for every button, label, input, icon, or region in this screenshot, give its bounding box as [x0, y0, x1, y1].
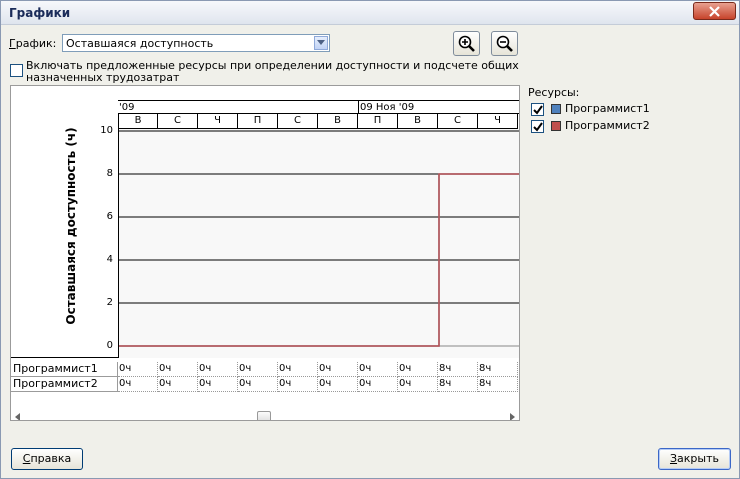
table-cell: 0ч [398, 362, 438, 377]
chart-panel: '09 09 Ноя '09 ВСЧПСВПВСЧ Оставшаяся дос… [10, 85, 520, 421]
timescale-day: С [438, 114, 478, 129]
timescale-day: С [158, 114, 198, 129]
table-cell: 8ч [478, 377, 518, 392]
table-cell: 8ч [478, 362, 518, 377]
legend-checkbox[interactable] [531, 120, 544, 133]
row-resource-name: Программист1 [11, 362, 118, 377]
y-tick-label: 2 [106, 297, 113, 308]
y-tick-label: 6 [106, 211, 113, 222]
timescale-day: В [318, 114, 358, 129]
scroll-right-icon[interactable] [509, 413, 515, 421]
timescale-top-label-1: '09 [119, 102, 135, 113]
y-tick-label: 10 [100, 125, 113, 136]
y-axis-label: Оставшаяся доступность (ч) [64, 127, 78, 325]
resources-title: Ресурсы: [528, 86, 580, 99]
table-cell: 0ч [278, 362, 318, 377]
chart-area: '09 09 Ноя '09 ВСЧПСВПВСЧ Оставшаяся дос… [11, 86, 519, 358]
zoom-out-button[interactable] [491, 31, 518, 56]
table-cell: 0ч [118, 377, 158, 392]
graph-type-value: Оставшаяся доступность [66, 37, 214, 50]
legend-swatch [551, 121, 561, 131]
timescale-top-label-2: 09 Ноя '09 [358, 101, 415, 114]
zoom-in-icon [458, 35, 475, 52]
table-cell: 0ч [158, 377, 198, 392]
scroll-left-icon[interactable] [15, 413, 21, 421]
help-label: правка [30, 452, 72, 465]
table-cell: 0ч [158, 362, 198, 377]
legend-checkbox[interactable] [531, 103, 544, 116]
timescale-day: В [398, 114, 438, 129]
timescale-day: П [238, 114, 278, 129]
table-row: Программист1 0ч 0ч 0ч 0ч 0ч 0ч 0ч 0ч 8ч 8ч [11, 362, 519, 377]
legend-label: Программист1 [565, 102, 650, 115]
graphs-dialog: Графики График: Оставшаяся доступность В… [0, 0, 740, 479]
table-cell: 0ч [198, 377, 238, 392]
table-cell: 0ч [318, 377, 358, 392]
timescale-top: '09 09 Ноя '09 [118, 100, 519, 114]
timescale-day: Ч [198, 114, 238, 129]
legend-swatch [551, 104, 561, 114]
scroll-thumb[interactable] [257, 411, 271, 420]
zoom-in-button[interactable] [453, 31, 480, 56]
y-tick-label: 8 [106, 168, 113, 179]
table-cell: 8ч [438, 362, 478, 377]
table-row: Программист2 0ч 0ч 0ч 0ч 0ч 0ч 0ч 0ч 8ч 8ч [11, 377, 519, 392]
legend-label: Программист2 [565, 119, 650, 132]
table-cell: 0ч [398, 377, 438, 392]
zoom-out-icon [496, 35, 513, 52]
close-window-button[interactable] [693, 2, 736, 20]
plot-area [118, 129, 519, 358]
checkmark-icon [533, 105, 543, 115]
table-cell: 0ч [358, 377, 398, 392]
help-button[interactable]: Справка [11, 448, 83, 470]
close-hotkey: З [669, 452, 678, 465]
timescale-day: В [118, 114, 158, 129]
timescale-day: П [358, 114, 398, 129]
table-cell: 0ч [278, 377, 318, 392]
table-cell: 0ч [118, 362, 158, 377]
window-title: Графики [9, 6, 71, 20]
title-bar: Графики [1, 1, 739, 25]
table-cell: 0ч [358, 362, 398, 377]
close-icon [709, 6, 720, 17]
y-tick-label: 4 [106, 254, 113, 265]
table-cell: 8ч [438, 377, 478, 392]
table-cell: 0ч [238, 362, 278, 377]
horizontal-scrollbar[interactable] [11, 411, 519, 421]
dropdown-arrow-icon[interactable] [314, 36, 328, 50]
row-resource-name: Программист2 [11, 377, 118, 392]
graph-type-select[interactable]: Оставшаяся доступность [62, 34, 330, 52]
timescale-day: С [278, 114, 318, 129]
y-tick-label: 0 [106, 340, 113, 351]
timescale-day: Ч [478, 114, 518, 129]
include-proposed-checkbox[interactable] [10, 64, 23, 77]
graph-label-text: рафик: [15, 37, 57, 50]
include-proposed-label-line2: назначенных трудозатрат [26, 71, 180, 84]
checkmark-icon [533, 122, 543, 132]
table-cell: 0ч [238, 377, 278, 392]
graph-label-hotkey: Г [9, 37, 16, 50]
graph-label: График: [9, 37, 56, 50]
table-cell: 0ч [318, 362, 358, 377]
chart-svg [119, 130, 519, 347]
close-button[interactable]: Закрыть [658, 448, 731, 470]
table-cell: 0ч [198, 362, 238, 377]
close-label: акрыть [677, 452, 719, 465]
